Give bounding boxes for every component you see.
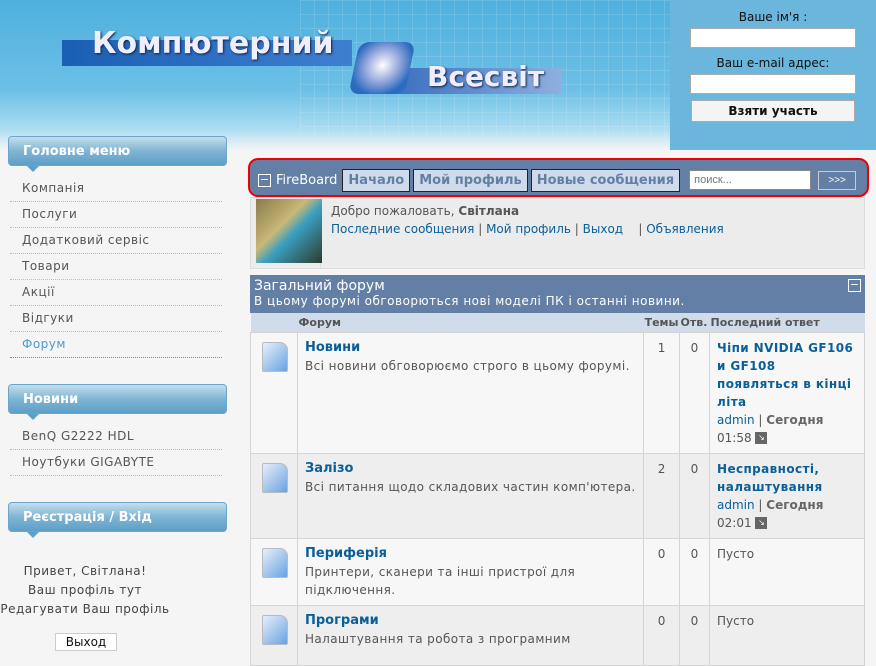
announcements-link[interactable]: Объявления bbox=[646, 222, 724, 236]
menu-item-forum[interactable]: Форум bbox=[10, 332, 222, 358]
replies-count: 0 bbox=[679, 604, 710, 666]
topics-count: 0 bbox=[643, 537, 680, 606]
welcome-text: Добро пожаловать, bbox=[331, 204, 455, 218]
forum-link[interactable]: Програми bbox=[305, 612, 636, 630]
topics-count: 0 bbox=[643, 604, 680, 666]
jump-to-post-icon[interactable]: ↘ bbox=[755, 432, 768, 444]
sidebar: Головне меню Компанія Послуги Додатковий… bbox=[0, 136, 240, 651]
forum-link[interactable]: Новини bbox=[305, 339, 636, 357]
profile-link[interactable]: Ваш профіль тут bbox=[0, 581, 170, 600]
logout-button[interactable]: Выход bbox=[55, 633, 117, 651]
last-post-user[interactable]: admin bbox=[717, 498, 755, 512]
last-post-empty: Пусто bbox=[709, 604, 865, 666]
last-post-time: 01:58 bbox=[717, 430, 752, 445]
forum-folder-icon bbox=[262, 341, 288, 372]
menu-item-extra-service[interactable]: Додатковий сервіс bbox=[10, 228, 222, 254]
forum-description: Налаштування та робота з програмним bbox=[305, 631, 571, 646]
edit-profile-link[interactable]: Редагувати Ваш профіль bbox=[0, 600, 170, 619]
collapse-icon[interactable]: − bbox=[848, 279, 861, 292]
last-post-link[interactable]: Чіпи NVIDIA GF106 и GF108 появляться в к… bbox=[717, 341, 853, 409]
forum-description: Всі питання щодо складових частин комп'ю… bbox=[305, 479, 636, 494]
menu-item-company[interactable]: Компанія bbox=[10, 176, 222, 202]
last-post-link[interactable]: Несправності, налаштування bbox=[717, 462, 823, 494]
forum-table: Форум Темы Отв. Последний ответ Новини Всі н… bbox=[250, 313, 865, 666]
jump-to-post-icon[interactable]: ↘ bbox=[755, 517, 768, 529]
last-post-time: 02:01 bbox=[717, 515, 752, 530]
logo-text-2: Всесвіт bbox=[427, 60, 545, 93]
news-item[interactable]: Ноутбуки GIGABYTE bbox=[10, 450, 222, 476]
search-button[interactable]: >>> bbox=[818, 170, 857, 190]
nav-new-messages[interactable]: Новые сообщения bbox=[530, 168, 681, 192]
email-label: Ваш e-mail адрес: bbox=[716, 56, 830, 70]
forum-folder-icon bbox=[262, 614, 288, 645]
col-replies: Отв. bbox=[679, 313, 710, 332]
logo-orb-icon bbox=[348, 42, 416, 94]
table-row: Залізо Всі питання щодо складових частин … bbox=[250, 452, 865, 539]
welcome-user: Світлана bbox=[458, 204, 520, 218]
logo-text-1: Компютерний bbox=[92, 26, 334, 61]
logout-link[interactable]: Выход bbox=[583, 222, 623, 236]
category-description: В цьому форумі обговорються нові моделі … bbox=[254, 294, 685, 308]
main-menu: Компанія Послуги Додатковий сервіс Товар… bbox=[10, 176, 222, 358]
col-forum: Форум bbox=[297, 313, 644, 332]
latest-posts-link[interactable]: Последние сообщения bbox=[331, 222, 474, 236]
news-list: BenQ G2222 HDL Ноутбуки GIGABYTE bbox=[10, 424, 222, 476]
nav-my-profile[interactable]: Мой профиль bbox=[413, 168, 528, 192]
fireboard-brand: FireBoard bbox=[276, 172, 338, 188]
last-post-empty: Пусто bbox=[709, 537, 865, 606]
fireboard-toolbar: − FireBoard Начало Мой профиль Новые соо… bbox=[248, 158, 869, 197]
avatar[interactable] bbox=[251, 198, 322, 268]
email-field[interactable] bbox=[690, 74, 856, 94]
welcome-panel: Добро пожаловать, Світлана Последние соо… bbox=[250, 197, 865, 269]
last-post-day: Сегодня bbox=[766, 497, 824, 512]
collapse-icon[interactable]: − bbox=[258, 173, 271, 187]
site-logo[interactable]: Компютерний Всесвіт bbox=[62, 24, 582, 104]
join-button[interactable]: Взяти участь bbox=[691, 100, 855, 122]
forum-link[interactable]: Залізо bbox=[305, 460, 636, 478]
search-input[interactable] bbox=[689, 170, 812, 190]
menu-item-services[interactable]: Послуги bbox=[10, 202, 222, 228]
menu-item-promotions[interactable]: Акції bbox=[10, 280, 222, 306]
replies-count: 0 bbox=[679, 452, 710, 539]
news-item[interactable]: BenQ G2222 HDL bbox=[10, 424, 222, 450]
name-label: Ваше ім'я : bbox=[738, 10, 808, 24]
forum-description: Принтери, сканери та інші пристрої для п… bbox=[305, 564, 576, 597]
menu-item-reviews[interactable]: Відгуки bbox=[10, 306, 222, 332]
last-post-day: Сегодня bbox=[766, 412, 824, 427]
forum-folder-icon bbox=[262, 462, 288, 493]
topics-count: 1 bbox=[643, 331, 680, 454]
table-row: Новини Всі новини обговорюємо строго в ць… bbox=[250, 331, 865, 454]
forum-folder-icon bbox=[262, 547, 288, 578]
greeting-text: Привет, Світлана! bbox=[23, 564, 147, 578]
table-row: Периферія Принтери, сканери та інші прист… bbox=[250, 537, 865, 606]
nav-home[interactable]: Начало bbox=[342, 168, 411, 192]
forum-category: Загальний форум В цьому форумі обговорют… bbox=[250, 275, 865, 666]
replies-count: 0 bbox=[679, 537, 710, 606]
replies-count: 0 bbox=[679, 331, 710, 454]
topics-count: 2 bbox=[643, 452, 680, 539]
col-topics: Темы bbox=[643, 313, 680, 332]
menu-item-products[interactable]: Товари bbox=[10, 254, 222, 280]
forum-link[interactable]: Периферія bbox=[305, 545, 636, 563]
col-last-post: Последний ответ bbox=[709, 313, 865, 332]
last-post-user[interactable]: admin bbox=[717, 413, 755, 427]
my-profile-link[interactable]: Мой профиль bbox=[486, 222, 571, 236]
name-field[interactable] bbox=[690, 28, 856, 48]
category-title[interactable]: Загальний форум bbox=[254, 278, 861, 294]
registration-form: Ваше ім'я : Ваш e-mail адрес: Взяти учас… bbox=[670, 0, 876, 150]
login-title: Реєстрація / Вхід bbox=[8, 502, 227, 538]
main-menu-title: Головне меню bbox=[8, 136, 227, 172]
table-row: Програми Налаштування та робота з програм… bbox=[250, 604, 865, 666]
news-title: Новини bbox=[8, 384, 227, 420]
forum-description: Всі новини обговорюємо строго в цьому фо… bbox=[305, 358, 630, 373]
